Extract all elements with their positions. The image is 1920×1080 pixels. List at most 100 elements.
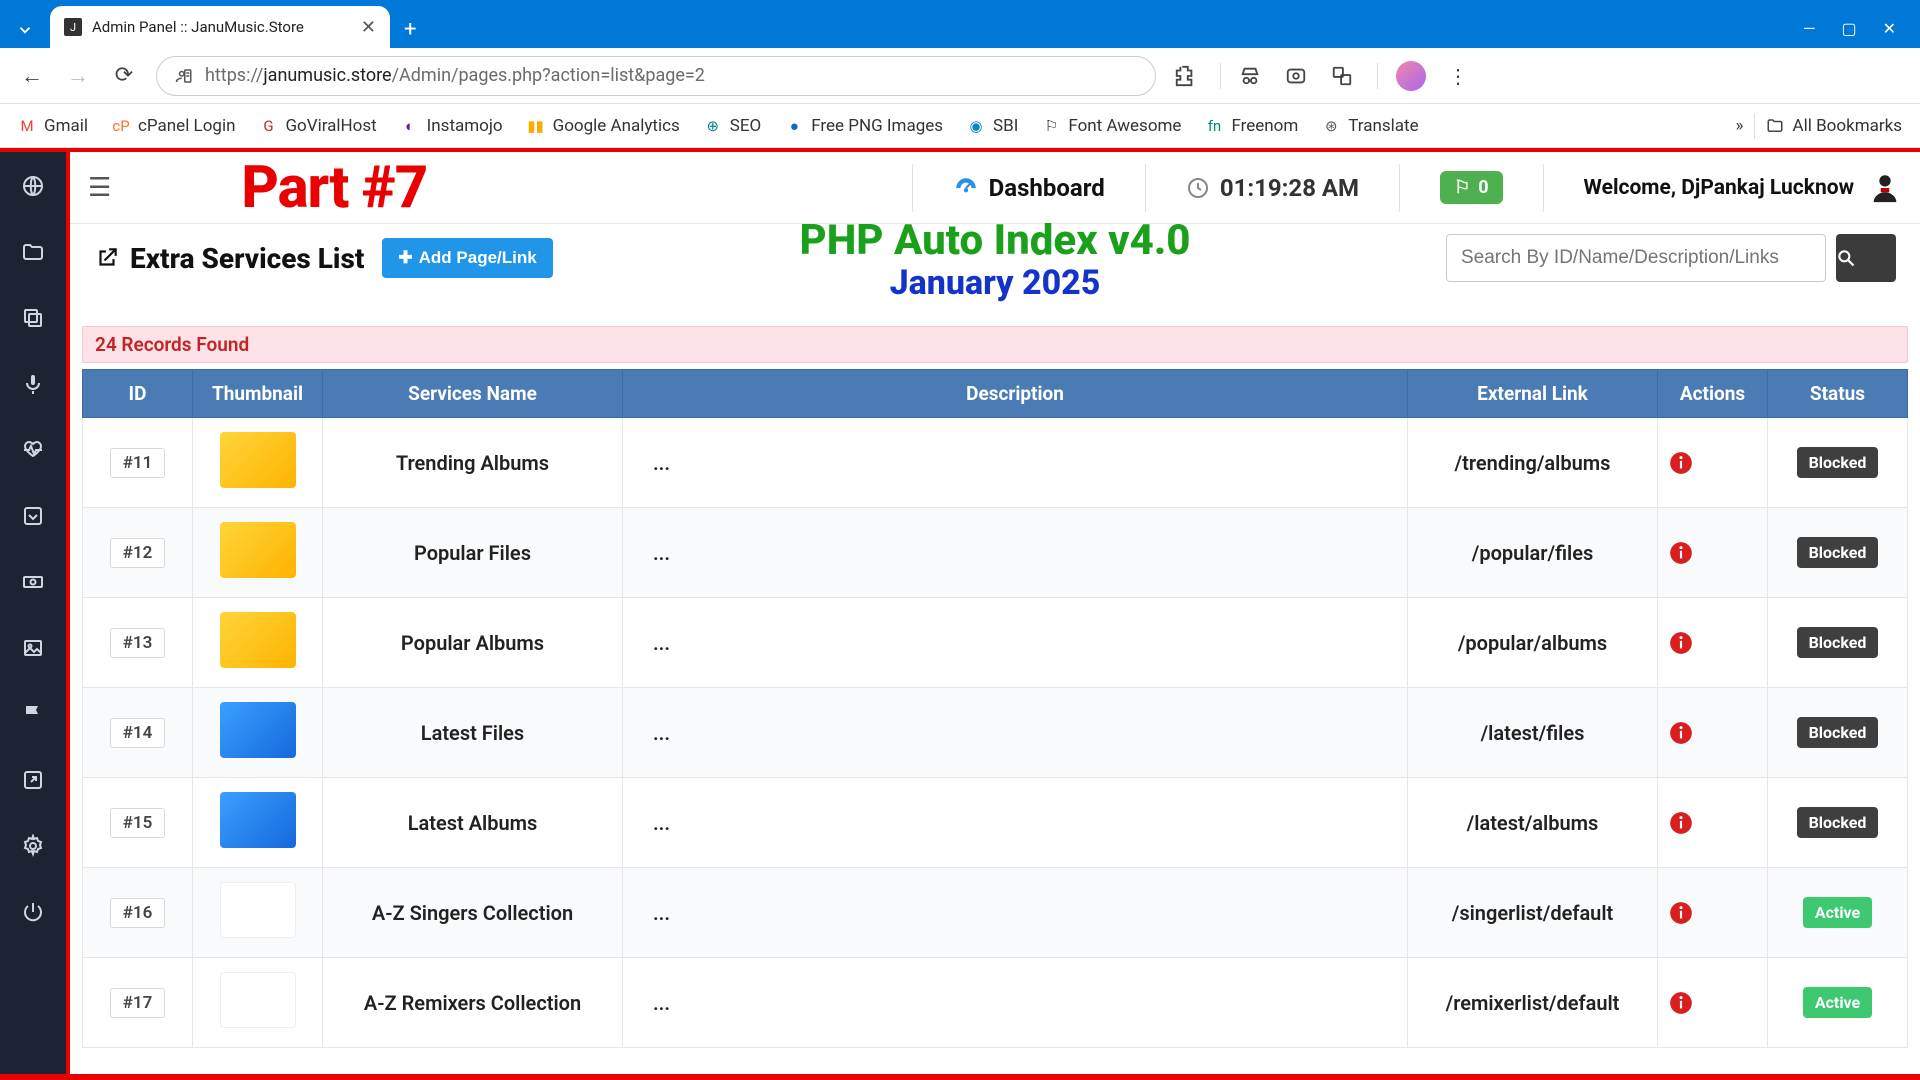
sidebar-item-mic[interactable] bbox=[15, 366, 51, 402]
bookmark-analytics[interactable]: ▮▮Google Analytics bbox=[527, 116, 680, 136]
bookmark-cpanel[interactable]: cPcPanel Login bbox=[112, 116, 235, 136]
bookmark-freepng[interactable]: ●Free PNG Images bbox=[785, 116, 943, 136]
status-badge[interactable]: Blocked bbox=[1797, 627, 1879, 658]
row-thumbnail[interactable] bbox=[220, 972, 296, 1028]
status-badge[interactable]: Blocked bbox=[1797, 807, 1879, 838]
lens-icon[interactable] bbox=[1285, 65, 1313, 87]
extensions-icon[interactable] bbox=[1174, 65, 1202, 87]
back-button[interactable]: ← bbox=[18, 63, 46, 89]
bookmark-fontawesome[interactable]: ⚐Font Awesome bbox=[1042, 116, 1181, 136]
bookmark-sbi[interactable]: ◉SBI bbox=[967, 116, 1018, 136]
kebab-menu-icon[interactable]: ⋮ bbox=[1444, 64, 1472, 88]
bookmark-translate[interactable]: ⊛Translate bbox=[1322, 116, 1418, 136]
records-found-bar: 24 Records Found bbox=[82, 326, 1908, 363]
row-link: /trending/albums bbox=[1408, 418, 1658, 508]
bookmarks-overflow[interactable]: » bbox=[1736, 116, 1744, 136]
window-controls: — ▢ ✕ bbox=[1779, 19, 1920, 48]
search-input[interactable] bbox=[1446, 234, 1826, 282]
status-badge[interactable]: Active bbox=[1803, 897, 1872, 928]
translate-icon[interactable] bbox=[1331, 65, 1359, 87]
table-header-row: ID Thumbnail Services Name Description E… bbox=[83, 370, 1908, 418]
row-description: ... bbox=[623, 958, 1408, 1048]
separator bbox=[1220, 63, 1221, 89]
dashboard-icon bbox=[953, 175, 979, 201]
bookmark-gmail[interactable]: MGmail bbox=[18, 116, 88, 136]
sidebar-item-heart[interactable] bbox=[15, 432, 51, 468]
overlay-title: PHP Auto Index v4.0 bbox=[799, 216, 1190, 265]
all-bookmarks-button[interactable]: All Bookmarks bbox=[1765, 116, 1902, 136]
status-badge[interactable]: Blocked bbox=[1797, 537, 1879, 568]
status-badge[interactable]: Active bbox=[1803, 987, 1872, 1018]
browser-tabstrip: J Admin Panel :: JanuMusic.Store ✕ + — ▢… bbox=[0, 0, 1920, 48]
minimize-button[interactable]: — bbox=[1803, 19, 1816, 38]
plus-icon: ✚ bbox=[398, 248, 412, 268]
info-icon[interactable] bbox=[1668, 450, 1757, 476]
info-icon[interactable] bbox=[1668, 630, 1757, 656]
address-bar[interactable]: https://janumusic.store/Admin/pages.php?… bbox=[156, 56, 1156, 96]
profile-avatar[interactable] bbox=[1396, 61, 1426, 91]
row-link: /latest/albums bbox=[1408, 778, 1658, 868]
bookmark-seo[interactable]: ⊕SEO bbox=[704, 116, 761, 136]
sidebar-item-settings[interactable] bbox=[15, 828, 51, 864]
services-table: ID Thumbnail Services Name Description E… bbox=[82, 369, 1908, 1048]
row-id: #13 bbox=[110, 628, 166, 658]
row-thumbnail[interactable] bbox=[220, 882, 296, 938]
menu-toggle-icon[interactable]: ☰ bbox=[88, 173, 111, 203]
sidebar-item-money[interactable] bbox=[15, 564, 51, 600]
info-icon[interactable] bbox=[1668, 990, 1757, 1016]
forward-button[interactable]: → bbox=[64, 63, 92, 89]
reload-button[interactable]: ⟳ bbox=[110, 63, 138, 88]
add-page-button[interactable]: ✚ Add Page/Link bbox=[382, 238, 552, 278]
clock-display: 01:19:28 AM bbox=[1186, 174, 1359, 202]
sidebar-item-flag[interactable] bbox=[15, 696, 51, 732]
th-name: Services Name bbox=[323, 370, 623, 418]
sidebar-item-external[interactable] bbox=[15, 762, 51, 798]
sidebar-item-globe[interactable] bbox=[15, 168, 51, 204]
sidebar-item-folder[interactable] bbox=[15, 234, 51, 270]
browser-tab[interactable]: J Admin Panel :: JanuMusic.Store ✕ bbox=[50, 6, 390, 48]
dashboard-link[interactable]: Dashboard bbox=[953, 174, 1105, 202]
services-table-wrap[interactable]: ID Thumbnail Services Name Description E… bbox=[82, 369, 1908, 1048]
tab-search-button[interactable] bbox=[0, 12, 50, 48]
bookmark-freenom[interactable]: fnFreenom bbox=[1205, 116, 1298, 136]
info-icon[interactable] bbox=[1668, 540, 1757, 566]
external-link-icon bbox=[94, 245, 120, 271]
bookmark-goviralhost[interactable]: GGoViralHost bbox=[259, 116, 376, 136]
new-tab-button[interactable]: + bbox=[390, 17, 430, 48]
notifications-badge[interactable]: ⚐ 0 bbox=[1440, 171, 1502, 204]
page-subheader: Extra Services List ✚ Add Page/Link PHP bbox=[70, 224, 1920, 282]
sidebar-item-power[interactable] bbox=[15, 894, 51, 930]
flag-icon: ⚐ bbox=[1454, 177, 1470, 198]
sidebar-item-image[interactable] bbox=[15, 630, 51, 666]
table-row: #16 A-Z Singers Collection ... /singerli… bbox=[83, 868, 1908, 958]
url-text: https://janumusic.store/Admin/pages.php?… bbox=[205, 65, 705, 86]
maximize-button[interactable]: ▢ bbox=[1841, 19, 1856, 38]
sidebar-item-archive[interactable] bbox=[15, 498, 51, 534]
user-avatar-icon[interactable] bbox=[1868, 171, 1902, 205]
row-id: #11 bbox=[110, 448, 166, 478]
page-title: Extra Services List bbox=[94, 242, 364, 275]
site-info-icon[interactable] bbox=[175, 67, 193, 85]
tab-close-icon[interactable]: ✕ bbox=[361, 17, 376, 38]
row-link: /singerlist/default bbox=[1408, 868, 1658, 958]
info-icon[interactable] bbox=[1668, 900, 1757, 926]
row-thumbnail[interactable] bbox=[220, 792, 296, 848]
row-thumbnail[interactable] bbox=[220, 522, 296, 578]
search-button[interactable] bbox=[1836, 234, 1896, 282]
bookmark-instamojo[interactable]: ◐Instamojo bbox=[401, 116, 503, 136]
row-name: A-Z Remixers Collection bbox=[323, 958, 623, 1048]
row-description: ... bbox=[623, 778, 1408, 868]
info-icon[interactable] bbox=[1668, 810, 1757, 836]
info-icon[interactable] bbox=[1668, 720, 1757, 746]
row-id: #14 bbox=[110, 718, 166, 748]
sidebar-item-copy[interactable] bbox=[15, 300, 51, 336]
row-thumbnail[interactable] bbox=[220, 432, 296, 488]
row-thumbnail[interactable] bbox=[220, 612, 296, 668]
close-window-button[interactable]: ✕ bbox=[1883, 19, 1896, 38]
row-thumbnail[interactable] bbox=[220, 702, 296, 758]
incognito-icon[interactable] bbox=[1239, 65, 1267, 87]
welcome-label: Welcome, DjPankaj Lucknow bbox=[1584, 171, 1902, 205]
status-badge[interactable]: Blocked bbox=[1797, 447, 1879, 478]
row-name: Latest Files bbox=[323, 688, 623, 778]
status-badge[interactable]: Blocked bbox=[1797, 717, 1879, 748]
